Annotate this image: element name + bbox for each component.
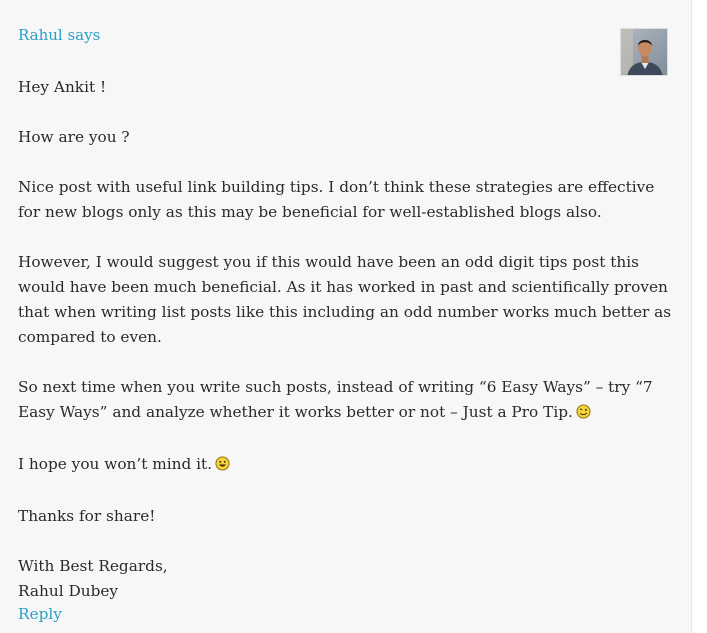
comment-body: Hey Ankit ! How are you ? Nice post with… — [18, 75, 678, 604]
comment-greeting: Hey Ankit ! — [18, 78, 107, 96]
comment-paragraph-4: I hope you won’t mind it. — [18, 452, 678, 479]
signature-line-1: With Best Regards, — [18, 557, 168, 575]
comment-paragraph-5: Thanks for share! — [18, 507, 156, 525]
comment-question: How are you ? — [18, 128, 130, 146]
wink-smiley-icon — [576, 402, 591, 427]
avatar-photo — [621, 29, 667, 75]
comment-paragraph-3: So next time when you write such posts, … — [18, 375, 678, 427]
smile-smiley-icon — [215, 454, 230, 479]
comment-signature: With Best Regards, Rahul Dubey — [18, 554, 678, 604]
comment-paragraph-3-text: So next time when you write such posts, … — [18, 378, 653, 421]
comment-paragraph-1: Nice post with useful link building tips… — [18, 178, 655, 221]
reply-link[interactable]: Reply — [18, 605, 62, 623]
comment: Rahul says Hey Ankit ! How are you ? Nic… — [0, 0, 692, 633]
comment-paragraph-2: However, I would suggest you if this wou… — [18, 253, 672, 346]
comment-paragraph-4-text: I hope you won’t mind it. — [18, 455, 213, 473]
comment-author-link[interactable]: Rahul says — [18, 26, 100, 44]
signature-line-2: Rahul Dubey — [18, 582, 119, 600]
avatar — [620, 28, 668, 76]
